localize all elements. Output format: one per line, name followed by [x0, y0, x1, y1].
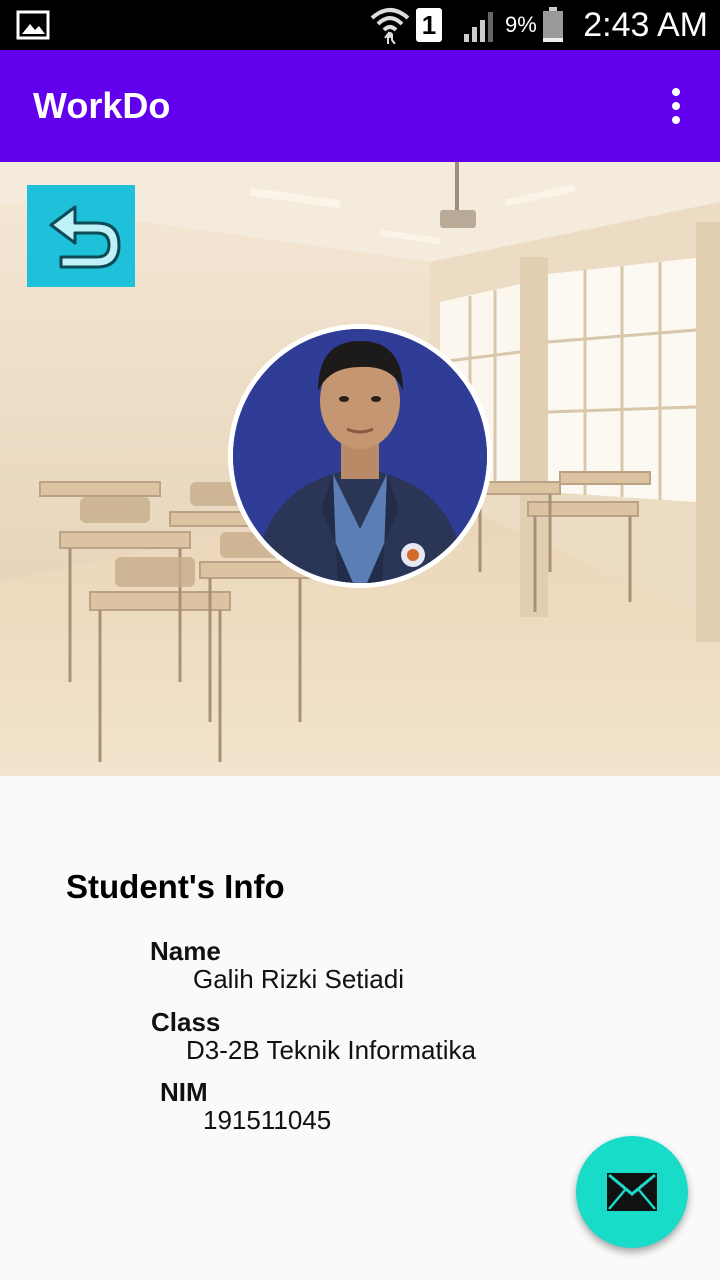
name-value: Galih Rizki Setiadi	[193, 964, 404, 994]
send-mail-fab[interactable]	[576, 1136, 688, 1248]
gallery-icon	[16, 10, 50, 40]
student-info-heading: Student's Info	[66, 868, 285, 905]
back-button[interactable]	[27, 185, 135, 287]
class-value: D3-2B Teknik Informatika	[186, 1035, 476, 1065]
status-bar: 1 9% 2:43 AM	[0, 0, 720, 50]
overflow-menu-icon[interactable]	[658, 86, 694, 126]
profile-avatar	[228, 324, 492, 588]
wifi-icon	[370, 8, 410, 44]
app-title: WorkDo	[33, 85, 171, 126]
signal-icon	[464, 12, 493, 42]
status-clock: 2:43 AM	[583, 6, 708, 44]
battery-percent: 9%	[505, 12, 537, 37]
back-arrow-icon	[49, 205, 121, 269]
app-bar: WorkDo	[0, 50, 720, 162]
sim-slot-badge: 1	[416, 8, 442, 42]
avatar	[233, 329, 487, 583]
nim-value: 191511045	[203, 1105, 332, 1135]
mail-icon	[607, 1173, 657, 1211]
battery-icon	[543, 7, 563, 42]
nim-label: NIM	[160, 1077, 208, 1107]
